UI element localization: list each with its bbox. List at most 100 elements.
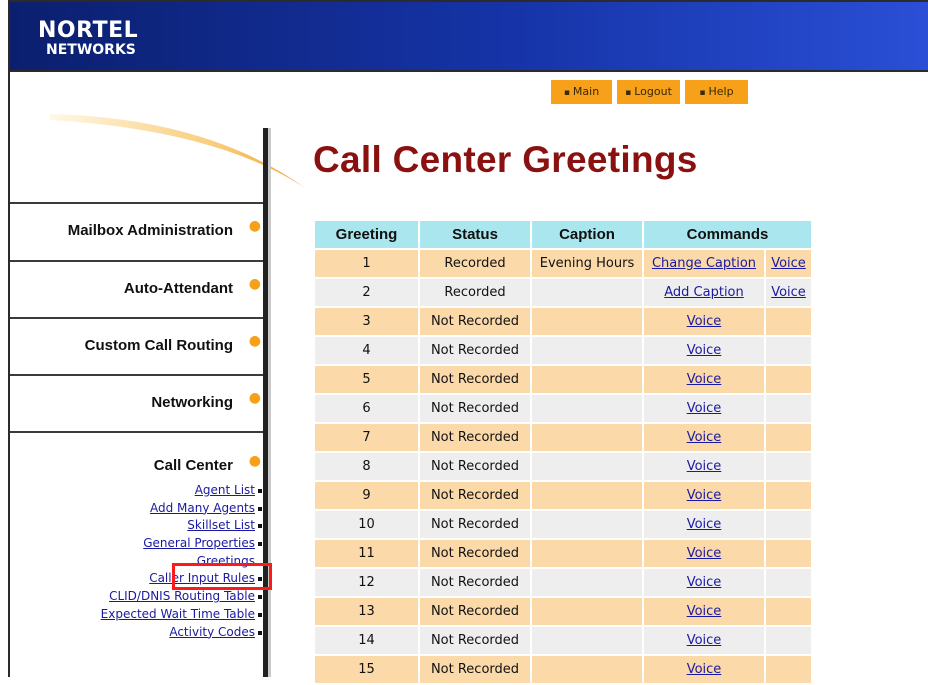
subnav-item-activity-codes: Activity Codes — [10, 624, 263, 642]
add-many-agents-link[interactable]: Add Many Agents — [150, 501, 255, 515]
table-row: 13 Not Recorded Voice — [315, 598, 811, 625]
column-header-caption: Caption — [532, 221, 642, 248]
command-cell-2 — [766, 337, 811, 364]
add-caption-link[interactable]: Add Caption — [664, 285, 744, 300]
voice-link[interactable]: Voice — [687, 314, 722, 329]
table-row: 11 Not Recorded Voice — [315, 540, 811, 567]
greeting-cell: 5 — [315, 366, 418, 393]
caption-cell — [532, 279, 642, 306]
table-row: 3 Not Recorded Voice — [315, 308, 811, 335]
command-cell: Voice — [644, 598, 764, 625]
main-link[interactable]: ▪ Main — [551, 80, 612, 104]
logout-link[interactable]: ▪ Logout — [617, 80, 680, 104]
sidebar-item-call-center[interactable]: Call Center — [154, 457, 233, 474]
voice-link[interactable]: Voice — [687, 604, 722, 619]
change-caption-link[interactable]: Change Caption — [652, 256, 756, 271]
caption-cell — [532, 482, 642, 509]
table-row: 6 Not Recorded Voice — [315, 395, 811, 422]
status-cell: Recorded — [420, 279, 530, 306]
greeting-cell: 10 — [315, 511, 418, 538]
caption-cell — [532, 540, 642, 567]
status-cell: Not Recorded — [420, 337, 530, 364]
general-properties-link[interactable]: General Properties — [143, 536, 255, 550]
command-cell: Voice — [644, 453, 764, 480]
command-cell-2 — [766, 395, 811, 422]
status-cell: Not Recorded — [420, 453, 530, 480]
command-cell-2 — [766, 540, 811, 567]
command-cell-2 — [766, 453, 811, 480]
sidebar-item-auto-attendant[interactable]: Auto-Attendant ● — [10, 260, 263, 317]
square-bullet-icon — [258, 506, 262, 511]
sidebar-item-label: Mailbox Administration — [67, 222, 233, 239]
voice-link[interactable]: Voice — [687, 343, 722, 358]
command-cell-2: Voice — [766, 250, 811, 277]
voice-link[interactable]: Voice — [687, 546, 722, 561]
voice-link[interactable]: Voice — [771, 285, 806, 300]
table-body: 1 Recorded Evening Hours Change Caption Voic… — [315, 250, 811, 683]
command-cell: Voice — [644, 511, 764, 538]
table-row: 15 Not Recorded Voice — [315, 656, 811, 683]
caption-cell — [532, 656, 642, 683]
voice-link[interactable]: Voice — [687, 488, 722, 503]
command-cell: Voice — [644, 540, 764, 567]
command-cell-2 — [766, 569, 811, 596]
activity-codes-link[interactable]: Activity Codes — [169, 625, 255, 639]
help-link[interactable]: ▪ Help — [685, 80, 748, 104]
square-bullet-icon — [258, 524, 262, 529]
greeting-cell: 1 — [315, 250, 418, 277]
subnav-item-clid-dnis-routing-table: CLID/DNIS Routing Table — [10, 588, 263, 606]
voice-link[interactable]: Voice — [687, 430, 722, 445]
sidebar-item-custom-call-routing[interactable]: Custom Call Routing ● — [10, 317, 263, 374]
table-row: 14 Not Recorded Voice — [315, 627, 811, 654]
voice-link[interactable]: Voice — [687, 575, 722, 590]
clid-dnis-routing-table-link[interactable]: CLID/DNIS Routing Table — [109, 589, 255, 603]
sidebar-shadow — [268, 128, 271, 677]
table-row: 10 Not Recorded Voice — [315, 511, 811, 538]
nortel-logo[interactable]: NORTEL NETWORKS — [38, 20, 138, 58]
greeting-cell: 13 — [315, 598, 418, 625]
caption-cell — [532, 366, 642, 393]
table-row: 9 Not Recorded Voice — [315, 482, 811, 509]
caption-cell — [532, 424, 642, 451]
sidebar-item-label: Auto-Attendant — [123, 280, 233, 297]
sidebar-item-label: Custom Call Routing — [84, 337, 233, 354]
expected-wait-time-table-link[interactable]: Expected Wait Time Table — [101, 607, 255, 621]
table-row: 1 Recorded Evening Hours Change Caption Voic… — [315, 250, 811, 277]
caption-cell — [532, 627, 642, 654]
status-cell: Not Recorded — [420, 511, 530, 538]
command-cell: Add Caption — [644, 279, 764, 306]
command-cell: Voice — [644, 337, 764, 364]
agent-list-link[interactable]: Agent List — [195, 483, 255, 497]
sidebar-item-mailbox-administration[interactable]: Mailbox Administration ● — [10, 202, 263, 259]
square-bullet-icon — [258, 542, 262, 547]
status-cell: Not Recorded — [420, 424, 530, 451]
greeting-cell: 3 — [315, 308, 418, 335]
skillset-list-link[interactable]: Skillset List — [187, 518, 255, 532]
bullet-icon: ▪ — [563, 88, 570, 98]
voice-link[interactable]: Voice — [687, 459, 722, 474]
voice-link[interactable]: Voice — [687, 372, 722, 387]
voice-link[interactable]: Voice — [687, 633, 722, 648]
status-cell: Recorded — [420, 250, 530, 277]
bullet-icon: ● — [248, 276, 261, 292]
voice-link[interactable]: Voice — [771, 256, 806, 271]
voice-link[interactable]: Voice — [687, 517, 722, 532]
help-label: Help — [708, 85, 734, 98]
voice-link[interactable]: Voice — [687, 662, 722, 677]
sidebar-item-networking[interactable]: Networking ● — [10, 374, 263, 431]
greeting-cell: 6 — [315, 395, 418, 422]
logout-label: Logout — [634, 85, 672, 98]
table-row: 12 Not Recorded Voice — [315, 569, 811, 596]
header-divider — [10, 70, 928, 86]
subnav-item-add-many-agents: Add Many Agents — [10, 500, 263, 518]
command-cell-2 — [766, 482, 811, 509]
greetings-highlight-box — [172, 563, 272, 590]
bullet-icon: ● — [248, 333, 261, 349]
sidebar-section-call-center: Call Center ● Agent List Add Many Agents… — [10, 431, 263, 677]
status-cell: Not Recorded — [420, 395, 530, 422]
logo-line2: NETWORKS — [46, 42, 136, 58]
voice-link[interactable]: Voice — [687, 401, 722, 416]
column-header-greeting: Greeting — [315, 221, 418, 248]
bullet-icon: ● — [248, 390, 261, 406]
main-label: Main — [572, 85, 600, 98]
